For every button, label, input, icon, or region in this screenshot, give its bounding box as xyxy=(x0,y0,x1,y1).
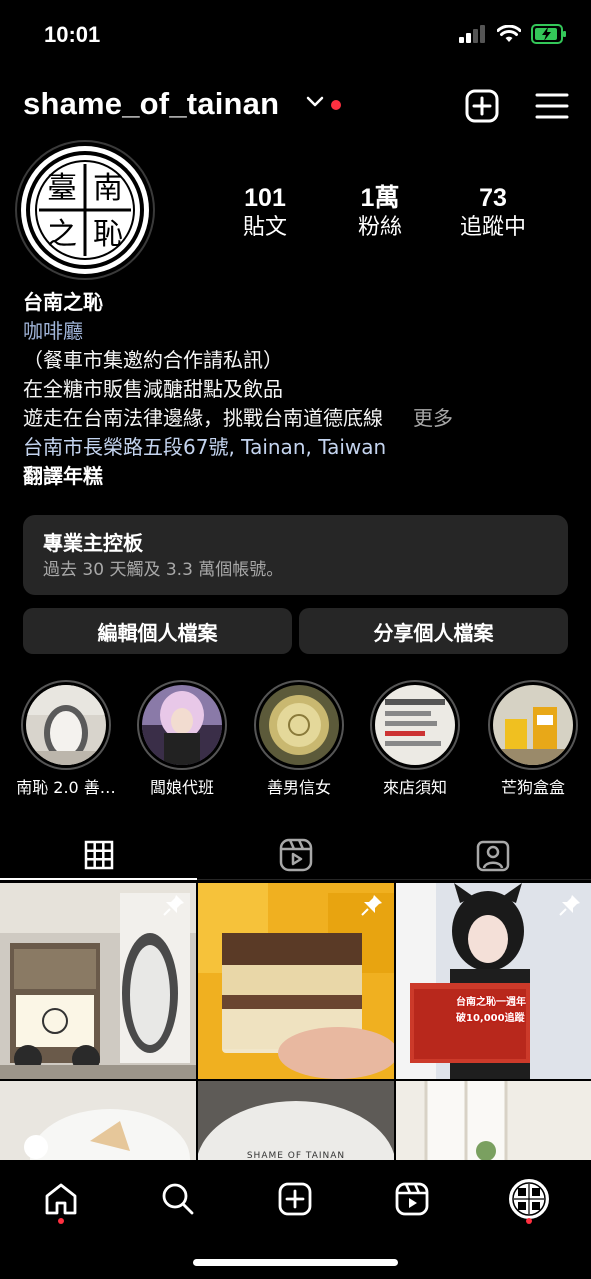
chevron-down-icon[interactable] xyxy=(306,96,324,108)
status-bar: 10:01 xyxy=(0,0,591,70)
home-notification-dot xyxy=(58,1218,64,1224)
post-caption-overlay: 台南之恥一週年 xyxy=(456,997,526,1008)
tab-reels[interactable] xyxy=(197,830,394,880)
nav-reels[interactable] xyxy=(382,1174,442,1224)
highlight-label: 來店須知 xyxy=(382,778,447,797)
bio-line: 遊走在台南法律邊緣，挑戰台南道德底線 xyxy=(23,406,383,430)
battery-charging-icon xyxy=(531,24,566,44)
nav-home[interactable] xyxy=(31,1174,91,1224)
profile-header: shame_of_tainan xyxy=(0,80,591,132)
highlight-cover xyxy=(142,685,222,765)
search-icon xyxy=(162,1183,194,1215)
create-post-icon[interactable] xyxy=(464,88,500,124)
tab-tagged[interactable] xyxy=(394,830,591,880)
highlight-ring xyxy=(370,680,460,770)
translate-link[interactable]: 翻譯年糕 xyxy=(23,462,583,491)
bio-line-with-more: 遊走在台南法律邊緣，挑戰台南道德底線 更多 xyxy=(23,404,583,433)
shame-of-tainan-logo: 臺 南 之 恥 xyxy=(26,151,144,269)
post-thumbnail xyxy=(0,1081,196,1161)
more-link[interactable]: 更多 xyxy=(413,406,453,430)
stat-value: 1萬 xyxy=(360,184,400,212)
stat-label: 粉絲 xyxy=(357,215,402,240)
stat-label: 追蹤中 xyxy=(459,215,526,240)
create-icon xyxy=(278,1182,312,1216)
highlight-item[interactable]: 闆娘代班 xyxy=(127,680,237,798)
home-indicator xyxy=(193,1259,398,1266)
highlight-label: 闆娘代班 xyxy=(149,778,214,797)
tab-divider xyxy=(197,879,591,880)
pinned-icon xyxy=(163,895,184,916)
profile-avatar[interactable]: 臺 南 之 恥 xyxy=(15,140,155,280)
bio-line: 在全糖市販售減醣甜點及飲品 xyxy=(23,377,283,401)
share-profile-button[interactable]: 分享個人檔案 xyxy=(299,608,568,654)
stat-value: 101 xyxy=(244,184,286,212)
profile-name: 台南之恥 xyxy=(23,290,103,314)
grid-post[interactable] xyxy=(396,1081,591,1161)
following-count[interactable]: 73 追蹤中 xyxy=(438,183,548,243)
reels-nav-icon xyxy=(395,1182,429,1216)
profile-avatar-icon xyxy=(509,1179,549,1219)
reels-icon xyxy=(279,838,312,872)
logo-char-2: 南 xyxy=(93,171,123,206)
grid-post[interactable]: 台南之恥一週年 破10,000追蹤 xyxy=(396,883,591,1079)
active-tab-indicator xyxy=(0,878,197,880)
grid-icon xyxy=(84,840,113,870)
highlight-item[interactable]: 芒狗盒盒 xyxy=(478,680,588,798)
address-link[interactable]: 台南市長榮路五段67號, Tainan, Taiwan xyxy=(23,433,583,462)
highlight-cover xyxy=(493,685,573,765)
tab-posts-grid[interactable] xyxy=(0,830,197,880)
dashboard-title: 專業主控板 xyxy=(43,531,143,555)
notification-dot xyxy=(331,100,341,110)
highlight-item[interactable]: 善男信女 xyxy=(244,680,354,798)
nav-profile[interactable] xyxy=(499,1174,559,1224)
cellular-signal-icon xyxy=(459,25,485,43)
post-caption-overlay: 破10,000追蹤 xyxy=(456,1013,525,1024)
profile-bio: 台南之恥 咖啡廳 （餐車市集邀約合作請私訊） 在全糖市販售減醣甜點及飲品 遊走在… xyxy=(23,288,583,491)
profile-category: 咖啡廳 xyxy=(23,319,83,343)
highlight-label: 芒狗盒盒 xyxy=(500,778,565,797)
bio-line: （餐車市集邀約合作請私訊） xyxy=(23,348,283,372)
tagged-user-icon xyxy=(476,840,509,872)
post-thumbnail xyxy=(198,1081,394,1161)
posts-count[interactable]: 101 貼文 xyxy=(210,183,320,243)
home-icon xyxy=(45,1183,77,1215)
highlight-ring xyxy=(254,680,344,770)
professional-dashboard[interactable]: 專業主控板 過去 30 天觸及 3.3 萬個帳號。 xyxy=(23,515,568,595)
highlight-cover xyxy=(375,685,455,765)
post-thumbnail xyxy=(396,1081,591,1161)
grid-post[interactable]: SHAME OF TAINAN xyxy=(198,1081,394,1161)
status-time: 10:01 xyxy=(44,22,101,47)
status-icons xyxy=(459,24,567,44)
highlight-ring xyxy=(137,680,227,770)
highlight-item[interactable]: 南恥 2.0 善… xyxy=(11,680,121,798)
grid-post[interactable] xyxy=(0,883,196,1079)
menu-icon[interactable] xyxy=(534,88,570,124)
highlight-ring xyxy=(488,680,578,770)
grid-post[interactable] xyxy=(198,883,394,1079)
highlight-cover xyxy=(259,685,339,765)
followers-count[interactable]: 1萬 粉絲 xyxy=(325,183,435,243)
wifi-icon xyxy=(497,25,521,42)
profile-notification-dot xyxy=(526,1218,532,1224)
nav-search[interactable] xyxy=(148,1174,208,1224)
avatar-logo: 臺 南 之 恥 xyxy=(21,146,149,274)
highlight-ring xyxy=(21,680,111,770)
stat-value: 73 xyxy=(479,184,507,212)
dashboard-subtitle: 過去 30 天觸及 3.3 萬個帳號。 xyxy=(43,560,284,580)
logo-char-4: 恥 xyxy=(93,217,123,252)
pinned-icon xyxy=(559,895,580,916)
grid-post[interactable] xyxy=(0,1081,196,1161)
highlight-label: 善男信女 xyxy=(266,778,331,797)
highlight-item[interactable]: 來店須知 xyxy=(360,680,470,798)
stat-label: 貼文 xyxy=(242,215,287,240)
account-switcher[interactable]: shame_of_tainan xyxy=(23,86,279,122)
logo-char-1: 臺 xyxy=(47,171,77,206)
edit-profile-button[interactable]: 編輯個人檔案 xyxy=(23,608,292,654)
highlight-cover xyxy=(26,685,106,765)
nav-create[interactable] xyxy=(265,1174,325,1224)
logo-char-3: 之 xyxy=(47,217,77,252)
highlight-label: 南恥 2.0 善… xyxy=(16,778,116,797)
pinned-icon xyxy=(361,895,382,916)
